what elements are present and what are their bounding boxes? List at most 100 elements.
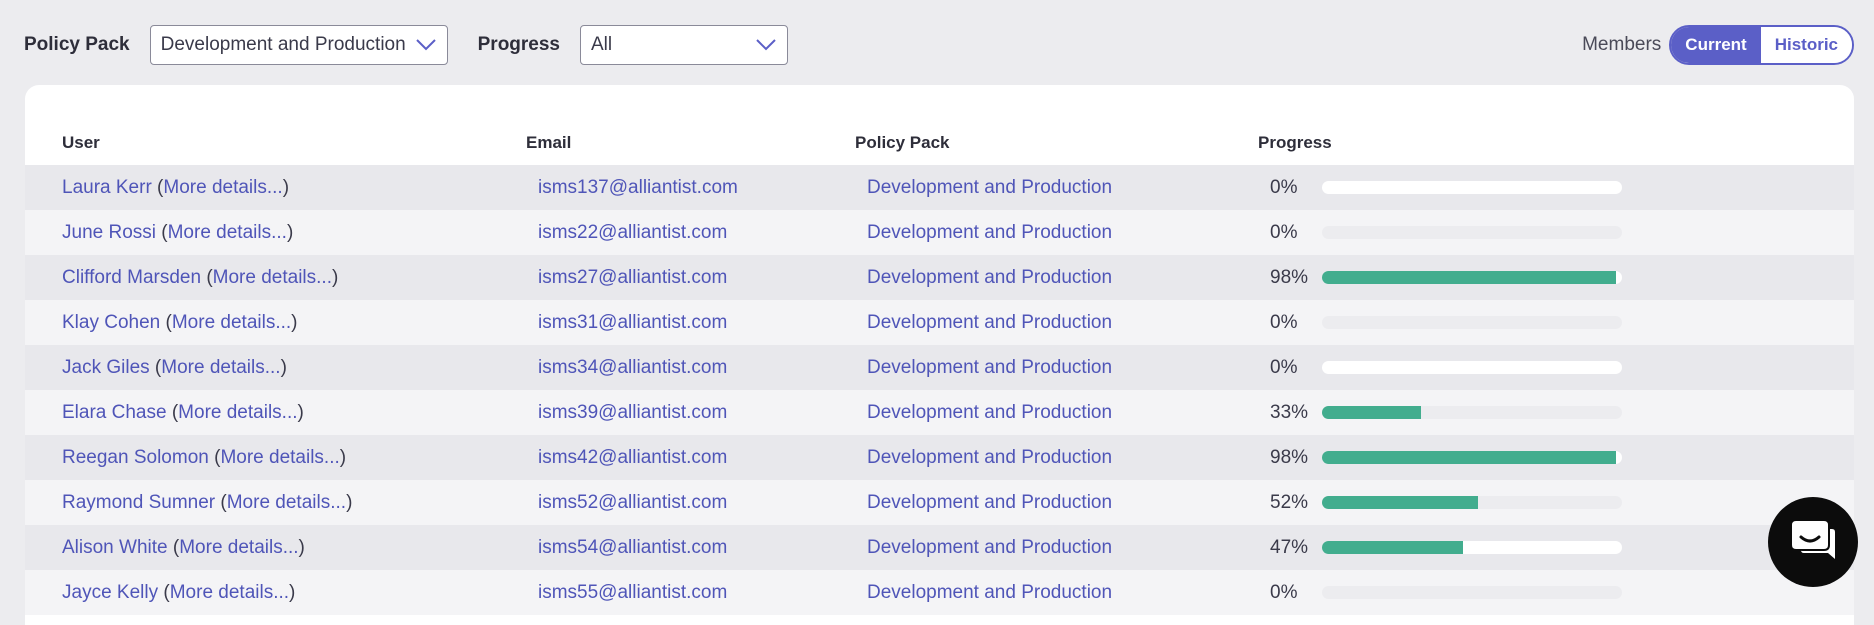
progress-bar-track	[1322, 541, 1622, 554]
progress-select[interactable]: All	[580, 25, 788, 65]
user-name-link[interactable]: Laura Kerr	[62, 177, 152, 199]
policy-pack-link[interactable]: Development and Production	[867, 480, 1112, 525]
table-row: Klay Cohen (More details...) isms31@allia…	[25, 300, 1854, 345]
members-label: Members	[1582, 34, 1662, 55]
policy-pack-link[interactable]: Development and Production	[867, 165, 1112, 210]
chevron-down-icon	[415, 38, 437, 52]
more-details-link[interactable]: More details...	[172, 312, 291, 334]
more-details-link[interactable]: More details...	[163, 177, 282, 199]
members-toggle: Current Historic	[1669, 25, 1854, 65]
email-link[interactable]: isms42@alliantist.com	[538, 435, 727, 480]
policy-pack-link[interactable]: Development and Production	[867, 435, 1112, 480]
more-details-link[interactable]: More details...	[161, 357, 280, 379]
progress-bar	[1322, 210, 1622, 255]
progress-percent: 98%	[1270, 266, 1309, 288]
column-header-email: Email	[526, 133, 572, 152]
policy-pack-link[interactable]: Development and Production	[867, 255, 1112, 300]
progress-percent: 33%	[1270, 401, 1309, 423]
open-paren: (	[158, 581, 170, 603]
current-members-button[interactable]: Current	[1671, 27, 1761, 63]
more-details-link[interactable]: More details...	[178, 402, 297, 424]
email-link[interactable]: isms31@alliantist.com	[538, 300, 727, 345]
email-link[interactable]: isms27@alliantist.com	[538, 255, 727, 300]
user-cell: Raymond Sumner (More details...)	[62, 480, 352, 525]
policy-pack-link[interactable]: Development and Production	[867, 345, 1112, 390]
close-paren: )	[297, 401, 304, 423]
open-paren: (	[151, 176, 164, 198]
progress-bar-fill	[1322, 406, 1421, 419]
close-paren: )	[339, 446, 347, 468]
user-cell: Elara Chase (More details...)	[62, 390, 304, 435]
user-name-link[interactable]: Reegan Solomon	[62, 447, 209, 469]
policy-pack-link[interactable]: Development and Production	[867, 390, 1112, 435]
column-header-policy-pack: Policy Pack	[855, 133, 950, 152]
policy-pack-link[interactable]: Development and Production	[867, 570, 1112, 615]
user-cell: Clifford Marsden (More details...)	[62, 255, 338, 300]
user-name-link[interactable]: June Rossi	[62, 222, 156, 244]
user-name-link[interactable]: Raymond Sumner	[62, 492, 215, 514]
more-details-link[interactable]: More details...	[220, 447, 339, 469]
policy-pack-link[interactable]: Development and Production	[867, 300, 1112, 345]
table-row: Raymond Sumner (More details...) isms52@a…	[25, 480, 1854, 525]
policy-pack-link[interactable]: Development and Production	[867, 210, 1112, 255]
user-name-link[interactable]: Jayce Kelly	[62, 582, 158, 604]
progress-bar-track	[1322, 226, 1622, 239]
table-row: Elara Chase (More details...) isms39@alli…	[25, 390, 1854, 435]
more-details-link[interactable]: More details...	[213, 267, 332, 289]
progress-label: Progress	[477, 34, 560, 55]
progress-percent: 0%	[1270, 221, 1298, 243]
close-paren: )	[289, 581, 296, 603]
open-paren: (	[208, 446, 221, 468]
policy-pack-link[interactable]: Development and Production	[867, 525, 1112, 570]
progress-bar-track	[1322, 406, 1622, 419]
progress-bar-track	[1322, 586, 1622, 599]
email-link[interactable]: isms137@alliantist.com	[538, 165, 738, 210]
progress-bar	[1322, 480, 1622, 525]
progress-percent: 52%	[1270, 491, 1309, 513]
more-details-link[interactable]: More details...	[168, 222, 287, 244]
progress-bar	[1322, 525, 1622, 570]
email-link[interactable]: isms55@alliantist.com	[538, 570, 727, 615]
user-name-link[interactable]: Elara Chase	[62, 402, 167, 424]
open-paren: (	[160, 311, 172, 333]
more-details-link[interactable]: More details...	[179, 537, 298, 559]
table-row: June Rossi (More details...) isms22@allia…	[25, 210, 1854, 255]
progress-bar	[1322, 255, 1622, 300]
progress-percent: 98%	[1270, 446, 1309, 468]
close-paren: )	[282, 176, 290, 198]
progress-bar-track	[1322, 361, 1622, 374]
progress-bar-fill	[1322, 496, 1478, 509]
table-header: User Email Policy Pack Progress	[25, 133, 1854, 165]
user-name-link[interactable]: Clifford Marsden	[62, 267, 201, 289]
email-link[interactable]: isms54@alliantist.com	[538, 525, 727, 570]
historic-members-button[interactable]: Historic	[1760, 27, 1852, 63]
close-paren: )	[331, 266, 339, 288]
chevron-down-icon	[755, 38, 777, 52]
user-name-link[interactable]: Jack Giles	[62, 357, 150, 379]
open-paren: (	[149, 356, 162, 378]
chat-icon	[1788, 515, 1838, 570]
progress-bar	[1322, 570, 1622, 615]
more-details-link[interactable]: More details...	[170, 582, 289, 604]
email-link[interactable]: isms39@alliantist.com	[538, 390, 727, 435]
progress-percent: 0%	[1270, 581, 1298, 603]
email-link[interactable]: isms34@alliantist.com	[538, 345, 727, 390]
user-cell: June Rossi (More details...)	[62, 210, 293, 255]
user-name-link[interactable]: Alison White	[62, 537, 168, 559]
user-cell: Alison White (More details...)	[62, 525, 305, 570]
email-link[interactable]: isms52@alliantist.com	[538, 480, 727, 525]
user-name-link[interactable]: Klay Cohen	[62, 312, 160, 334]
close-paren: )	[286, 221, 294, 243]
user-cell: Jayce Kelly (More details...)	[62, 570, 295, 615]
more-details-link[interactable]: More details...	[227, 492, 346, 514]
table-row: Reegan Solomon (More details...) isms42@a…	[25, 435, 1854, 480]
table-row: Jayce Kelly (More details...) isms55@alli…	[25, 570, 1854, 615]
email-link[interactable]: isms22@alliantist.com	[538, 210, 727, 255]
chat-button[interactable]	[1768, 497, 1858, 587]
user-cell: Jack Giles (More details...)	[62, 345, 287, 390]
progress-bar-track	[1322, 181, 1622, 194]
policy-pack-select[interactable]: Development and Production	[149, 25, 448, 65]
members-toggle-group: Members Current Historic	[1582, 25, 1854, 65]
members-table-card: User Email Policy Pack Progress Laura Ke…	[25, 85, 1854, 625]
user-cell: Klay Cohen (More details...)	[62, 300, 298, 345]
